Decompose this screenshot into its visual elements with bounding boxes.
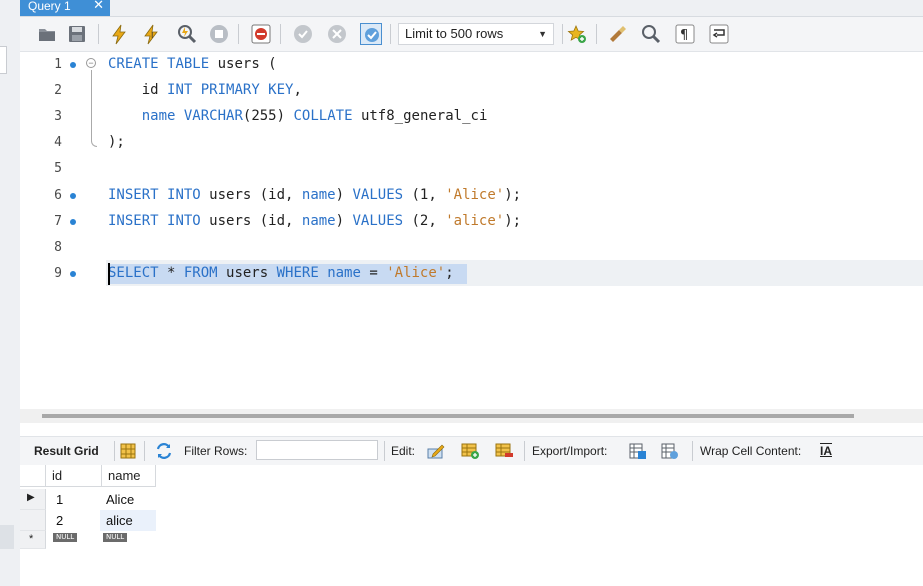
row-header[interactable]: ▶ xyxy=(20,489,46,510)
new-row-marker-icon: * xyxy=(29,533,34,545)
code-line-3: name VARCHAR(255) COLLATE utf8_general_c… xyxy=(141,108,488,124)
rollback-icon[interactable] xyxy=(326,23,348,45)
toolbar-separator xyxy=(692,441,693,461)
column-header-name[interactable]: name xyxy=(102,465,156,487)
save-icon[interactable] xyxy=(66,23,88,45)
export-icon[interactable] xyxy=(628,441,648,461)
code-line-7: INSERT INTO users (id, name) VALUES (2, … xyxy=(108,213,522,229)
scrollbar-thumb[interactable] xyxy=(42,414,854,418)
grid-corner xyxy=(20,465,46,487)
code-line-9: SELECT * FROM users WHERE name = 'Alice'… xyxy=(108,265,454,281)
editor-horizontal-scrollbar[interactable] xyxy=(20,409,923,423)
statement-marker-icon xyxy=(70,193,76,199)
left-panel-handle[interactable] xyxy=(0,46,7,74)
code-line-1: CREATE TABLE users ( xyxy=(108,56,277,72)
current-row-marker-icon: ▶ xyxy=(27,492,35,503)
stop-icon[interactable] xyxy=(208,23,230,45)
code-line-4: ); xyxy=(108,134,125,150)
toolbar-separator xyxy=(114,441,115,461)
left-panel-edge xyxy=(0,0,20,586)
column-header-id[interactable]: id xyxy=(46,465,102,487)
toolbar-separator xyxy=(390,24,391,44)
edit-label: Edit: xyxy=(391,444,416,458)
toolbar-separator xyxy=(524,441,525,461)
line-number: 3 xyxy=(54,109,62,124)
svg-text:I: I xyxy=(151,31,153,40)
result-grid: id name ▶ 1 Alice 2 alice * NULL NULL xyxy=(20,465,923,586)
table-cell-name[interactable]: Alice xyxy=(100,489,156,510)
code-line-6: INSERT INTO users (id, name) VALUES (1, … xyxy=(108,187,522,203)
sql-editor-toolbar: I Limit to 500 rows ▼ ¶ xyxy=(20,17,923,52)
invisible-chars-icon[interactable]: ¶ xyxy=(674,23,696,45)
toolbar-separator xyxy=(596,24,597,44)
find-icon[interactable] xyxy=(640,23,662,45)
toolbar-separator xyxy=(144,441,145,461)
table-cell-id[interactable]: 1 xyxy=(50,489,102,510)
fold-toggle-icon[interactable]: − xyxy=(86,58,96,68)
row-header[interactable] xyxy=(20,510,46,531)
line-number: 5 xyxy=(54,161,62,176)
null-badge[interactable]: NULL xyxy=(103,533,128,542)
error-toggle-icon[interactable] xyxy=(250,23,272,45)
sql-editor[interactable]: 1 2 3 4 5 6 7 8 9 − CREATE TABLE users (… xyxy=(20,52,923,409)
toolbar-separator xyxy=(238,24,239,44)
import-icon[interactable] xyxy=(660,441,680,461)
table-cell-name[interactable]: alice xyxy=(100,510,156,531)
grid-layout-icon[interactable] xyxy=(118,441,138,461)
table-cell-id[interactable]: 2 xyxy=(50,510,102,531)
wrap-icon[interactable] xyxy=(708,23,730,45)
tab-strip xyxy=(20,0,923,17)
statement-marker-icon xyxy=(70,62,76,68)
commit-icon[interactable] xyxy=(292,23,314,45)
limit-rows-value: Limit to 500 rows xyxy=(405,26,504,41)
result-grid-tab[interactable]: Result Grid xyxy=(34,444,99,458)
statement-marker-icon xyxy=(70,271,76,277)
tab-query-1[interactable]: Query 1 ✕ xyxy=(20,0,110,16)
insert-row-icon[interactable] xyxy=(460,441,480,461)
line-number: 7 xyxy=(54,214,62,229)
tab-close-icon[interactable]: ✕ xyxy=(93,0,104,11)
toolbar-separator xyxy=(384,441,385,461)
refresh-icon[interactable] xyxy=(154,441,174,461)
line-number: 8 xyxy=(54,240,62,255)
fold-range-line xyxy=(91,70,97,147)
add-snippet-icon[interactable] xyxy=(566,23,588,45)
statement-marker-icon xyxy=(70,219,76,225)
execute-current-icon[interactable]: I xyxy=(140,23,162,45)
wrap-cell-content-label: Wrap Cell Content: xyxy=(700,444,802,458)
delete-row-icon[interactable] xyxy=(494,441,514,461)
line-number: 6 xyxy=(54,188,62,203)
line-number: 2 xyxy=(54,83,62,98)
toolbar-separator xyxy=(562,24,563,44)
line-number: 9 xyxy=(54,266,62,281)
toolbar-separator xyxy=(98,24,99,44)
svg-text:¶: ¶ xyxy=(680,28,688,43)
tab-title: Query 1 xyxy=(28,0,71,13)
code-line-2: id INT PRIMARY KEY, xyxy=(141,82,302,98)
beautify-icon[interactable] xyxy=(606,23,628,45)
chevron-down-icon: ▼ xyxy=(538,29,547,39)
text-caret xyxy=(108,263,110,285)
open-file-icon[interactable] xyxy=(36,23,58,45)
export-import-label: Export/Import: xyxy=(532,444,608,458)
explain-icon[interactable] xyxy=(176,23,198,45)
limit-rows-select[interactable]: Limit to 500 rows ▼ xyxy=(398,23,554,45)
line-number: 1 xyxy=(54,57,62,72)
result-toolbar: Result Grid Filter Rows: Edit: Export/Im… xyxy=(20,436,923,466)
filter-rows-input[interactable] xyxy=(256,440,378,460)
execute-icon[interactable] xyxy=(108,23,130,45)
toolbar-separator xyxy=(280,24,281,44)
left-panel-footer xyxy=(0,525,14,549)
edit-row-icon[interactable] xyxy=(426,441,446,461)
null-badge[interactable]: NULL xyxy=(53,533,78,542)
filter-rows-label: Filter Rows: xyxy=(184,444,248,458)
new-row-header[interactable]: * xyxy=(20,531,46,549)
line-number: 4 xyxy=(54,135,62,150)
wrap-cell-content-icon[interactable]: IA xyxy=(820,444,832,458)
autocommit-icon[interactable] xyxy=(360,23,382,45)
